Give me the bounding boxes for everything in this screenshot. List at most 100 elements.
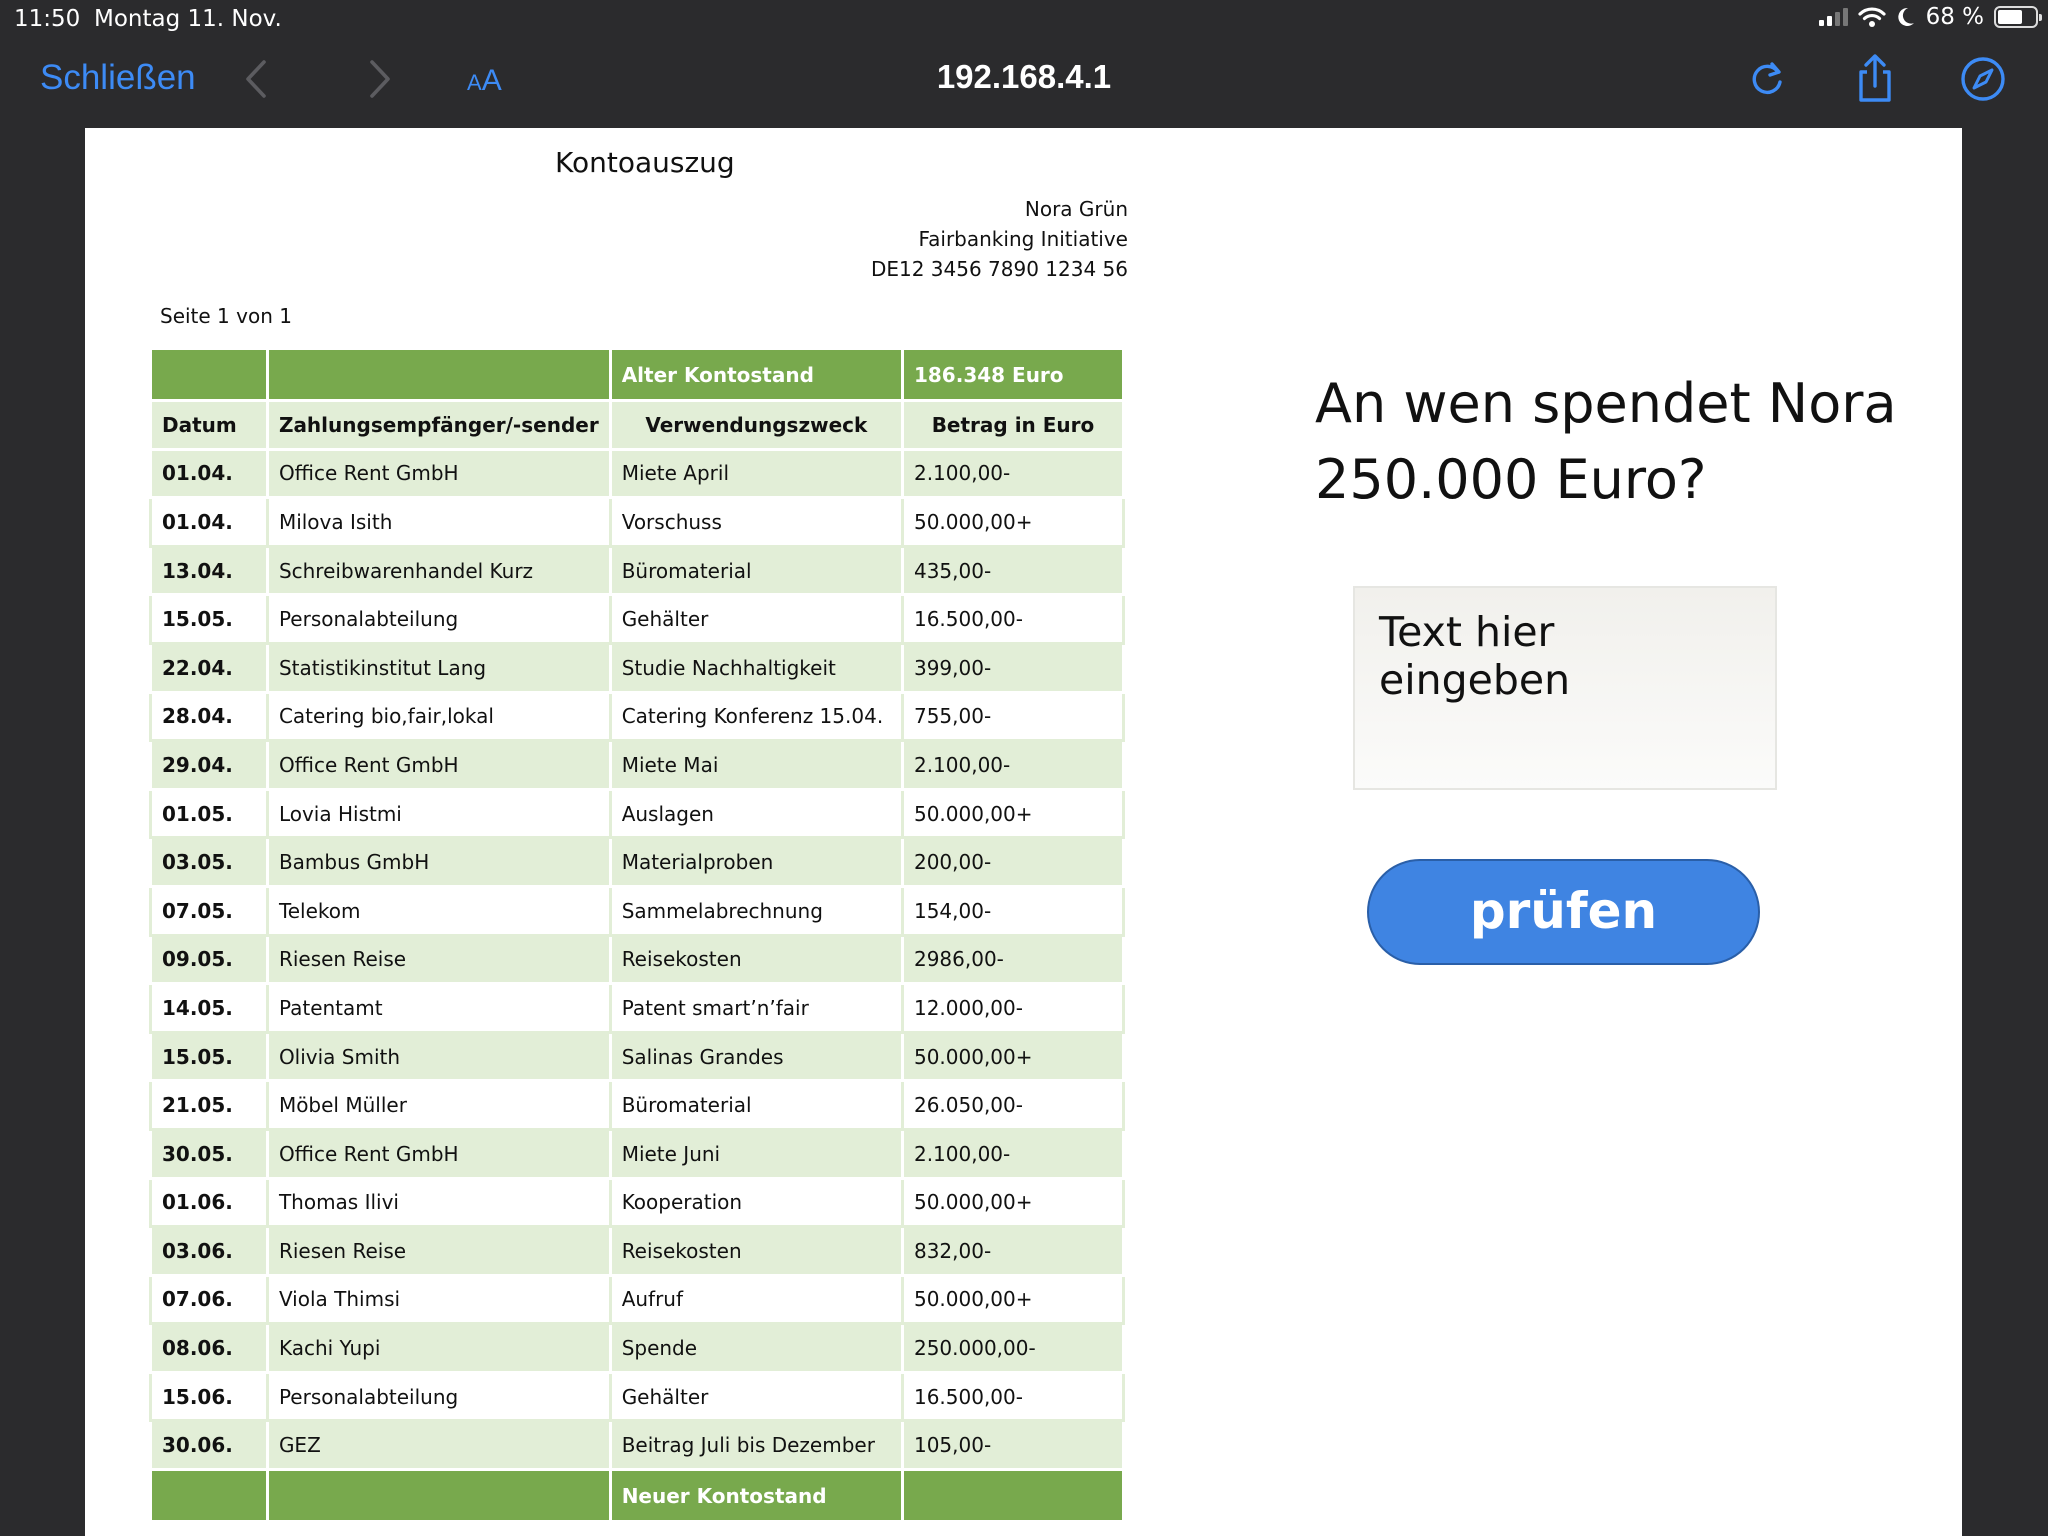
reload-icon[interactable] bbox=[1740, 52, 1794, 106]
transaction-row: 01.05. Lovia Histmi Auslagen 50.000,00+ bbox=[149, 787, 1126, 840]
transaction-purpose: Miete Juni bbox=[608, 1127, 904, 1180]
transaction-date: 28.04. bbox=[149, 690, 269, 743]
account-iban: DE12 3456 7890 1234 56 bbox=[870, 257, 1128, 281]
transaction-purpose: Aufruf bbox=[608, 1273, 904, 1326]
check-button[interactable]: prüfen bbox=[1367, 859, 1760, 965]
transaction-date: 01.05. bbox=[149, 787, 269, 840]
transaction-date: 01.06. bbox=[149, 1176, 269, 1229]
transaction-date: 07.05. bbox=[149, 884, 269, 937]
transaction-date: 14.05. bbox=[149, 982, 269, 1034]
transaction-date: 09.05. bbox=[149, 933, 269, 986]
transaction-row: 07.06. Viola Thimsi Aufruf 50.000,00+ bbox=[149, 1273, 1126, 1326]
url-field[interactable]: 192.168.4.1 bbox=[937, 58, 1111, 95]
old-balance-row: Alter Kontostand 186.348 Euro bbox=[149, 347, 1126, 402]
transaction-purpose: Beitrag Juli bis Dezember bbox=[608, 1419, 904, 1472]
transaction-amount: 832,00- bbox=[900, 1225, 1126, 1277]
transaction-row: 01.04. Office Rent GmbH Miete April 2.10… bbox=[149, 447, 1126, 500]
transaction-purpose: Vorschuss bbox=[608, 496, 904, 548]
transaction-amount: 12.000,00- bbox=[900, 982, 1126, 1034]
transaction-date: 08.06. bbox=[149, 1322, 269, 1374]
answer-input[interactable] bbox=[1353, 586, 1777, 790]
transaction-amount: 50.000,00+ bbox=[900, 787, 1126, 840]
transaction-date: 15.06. bbox=[149, 1370, 269, 1423]
share-icon[interactable] bbox=[1848, 52, 1902, 106]
transaction-purpose: Auslagen bbox=[608, 787, 904, 840]
transaction-amount: 26.050,00- bbox=[900, 1079, 1126, 1131]
transaction-amount: 50.000,00+ bbox=[900, 1176, 1126, 1229]
quiz-question: An wen spendet Nora 250.000 Euro? bbox=[1315, 372, 1897, 511]
transaction-purpose: Gehälter bbox=[608, 593, 904, 645]
transaction-payee: Milova Isith bbox=[265, 496, 612, 548]
transaction-payee: Personalabteilung bbox=[265, 593, 612, 645]
transaction-row: 30.05. Office Rent GmbH Miete Juni 2.100… bbox=[149, 1127, 1126, 1180]
transaction-amount: 2.100,00- bbox=[900, 447, 1126, 500]
transaction-amount: 2.100,00- bbox=[900, 739, 1126, 791]
transaction-payee: Statistikinstitut Lang bbox=[265, 641, 612, 694]
transaction-payee: Patentamt bbox=[265, 982, 612, 1034]
transaction-row: 13.04. Schreibwarenhandel Kurz Büromater… bbox=[149, 544, 1126, 597]
transaction-date: 01.04. bbox=[149, 447, 269, 500]
transaction-payee: Telekom bbox=[265, 884, 612, 937]
transaction-payee: Thomas Ilivi bbox=[265, 1176, 612, 1229]
status-date: Montag 11. Nov. bbox=[94, 6, 282, 32]
account-holder-name: Nora Grün bbox=[1024, 197, 1128, 221]
transaction-date: 15.05. bbox=[149, 593, 269, 645]
text-size-button[interactable]: AA bbox=[467, 64, 502, 98]
transaction-amount: 50.000,00+ bbox=[900, 1273, 1126, 1326]
chevron-right-icon[interactable] bbox=[360, 54, 400, 104]
transaction-date: 29.04. bbox=[149, 739, 269, 791]
transaction-date: 30.06. bbox=[149, 1419, 269, 1472]
transaction-payee: Office Rent GmbH bbox=[265, 447, 612, 500]
transaction-amount: 50.000,00+ bbox=[900, 1030, 1126, 1083]
transaction-purpose: Patent smart’n’fair bbox=[608, 982, 904, 1034]
new-balance-value bbox=[900, 1468, 1126, 1524]
transaction-row: 09.05. Riesen Reise Reisekosten 2986,00- bbox=[149, 933, 1126, 986]
transaction-amount: 200,00- bbox=[900, 836, 1126, 888]
transaction-payee: Möbel Müller bbox=[265, 1079, 612, 1131]
close-button[interactable]: Schließen bbox=[40, 58, 196, 98]
transaction-payee: Office Rent GmbH bbox=[265, 739, 612, 791]
transaction-purpose: Materialproben bbox=[608, 836, 904, 888]
transaction-purpose: Sammelabrechnung bbox=[608, 884, 904, 937]
status-time: 11:50 bbox=[14, 6, 81, 32]
transaction-amount: 2986,00- bbox=[900, 933, 1126, 986]
transaction-row: 15.05. Olivia Smith Salinas Grandes 50.0… bbox=[149, 1030, 1126, 1083]
column-header-purpose: Verwendungszweck bbox=[608, 399, 904, 451]
chevron-left-icon[interactable] bbox=[236, 54, 276, 104]
transaction-purpose: Salinas Grandes bbox=[608, 1030, 904, 1083]
transaction-payee: Olivia Smith bbox=[265, 1030, 612, 1083]
transaction-row: 15.05. Personalabteilung Gehälter 16.500… bbox=[149, 593, 1126, 645]
transaction-date: 15.05. bbox=[149, 1030, 269, 1083]
transaction-purpose: Reisekosten bbox=[608, 1225, 904, 1277]
transaction-row: 07.05. Telekom Sammelabrechnung 154,00- bbox=[149, 884, 1126, 937]
compass-icon[interactable] bbox=[1956, 52, 2010, 106]
transaction-amount: 250.000,00- bbox=[900, 1322, 1126, 1374]
transaction-date: 30.05. bbox=[149, 1127, 269, 1180]
statement-table: Alter Kontostand 186.348 Euro Datum Zahl… bbox=[149, 347, 1126, 1524]
battery-icon bbox=[1994, 6, 2042, 28]
status-bar: 11:50 Montag 11. Nov. 68 % bbox=[0, 0, 2048, 40]
transaction-date: 21.05. bbox=[149, 1079, 269, 1131]
transaction-row: 15.06. Personalabteilung Gehälter 16.500… bbox=[149, 1370, 1126, 1423]
column-header-date: Datum bbox=[149, 399, 269, 451]
transaction-amount: 2.100,00- bbox=[900, 1127, 1126, 1180]
column-header-amount: Betrag in Euro bbox=[900, 399, 1126, 451]
transaction-amount: 16.500,00- bbox=[900, 593, 1126, 645]
transaction-payee: Lovia Histmi bbox=[265, 787, 612, 840]
transaction-purpose: Catering Konferenz 15.04. bbox=[608, 690, 904, 743]
new-balance-label: Neuer Kontostand bbox=[608, 1468, 904, 1524]
statement-title: Kontoauszug bbox=[555, 146, 735, 179]
transaction-purpose: Miete April bbox=[608, 447, 904, 500]
cellular-signal-icon bbox=[1818, 8, 1848, 26]
transaction-payee: Riesen Reise bbox=[265, 1225, 612, 1277]
transaction-amount: 50.000,00+ bbox=[900, 496, 1126, 548]
transaction-date: 03.05. bbox=[149, 836, 269, 888]
browser-toolbar: Schließen AA 192.168.4.1 bbox=[0, 40, 2048, 128]
transaction-payee: Kachi Yupi bbox=[265, 1322, 612, 1374]
transaction-purpose: Gehälter bbox=[608, 1370, 904, 1423]
transaction-row: 28.04. Catering bio,fair,lokal Catering … bbox=[149, 690, 1126, 743]
transaction-purpose: Büromaterial bbox=[608, 1079, 904, 1131]
table-header-row: Datum Zahlungsempfänger/-sender Verwendu… bbox=[149, 399, 1126, 451]
old-balance-value: 186.348 Euro bbox=[900, 347, 1126, 402]
transaction-row: 22.04. Statistikinstitut Lang Studie Nac… bbox=[149, 641, 1126, 694]
